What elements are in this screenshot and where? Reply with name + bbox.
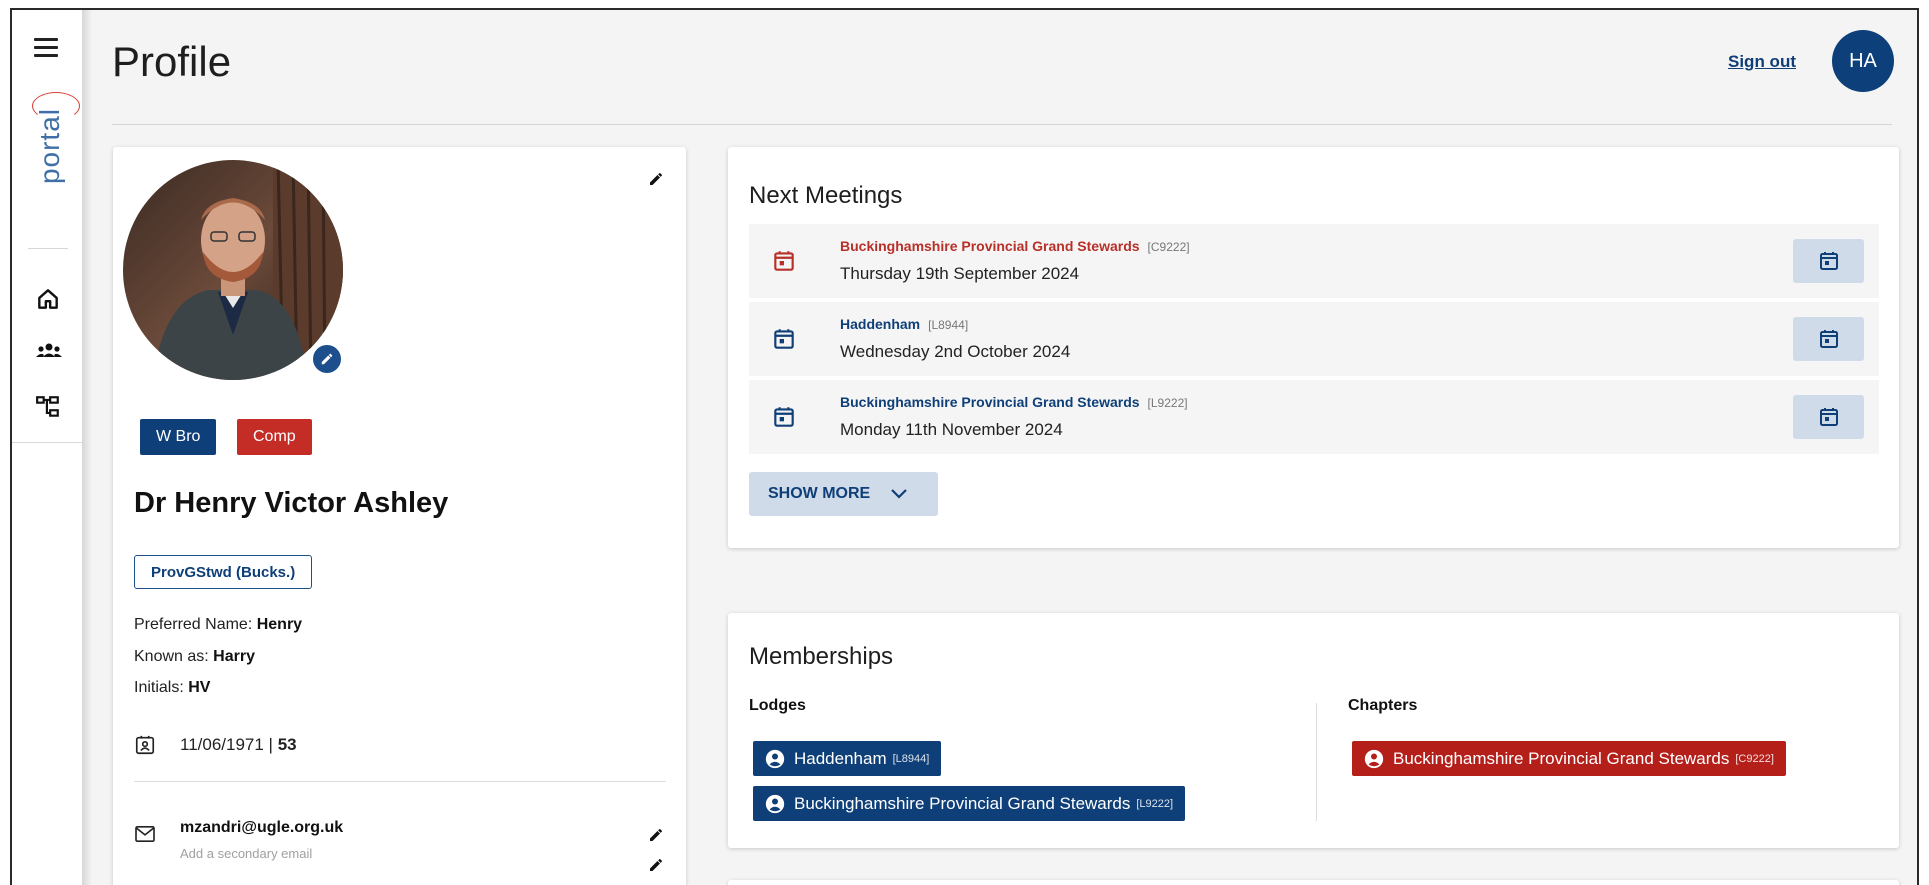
dob-row: 11/06/1971 | 53 — [134, 734, 297, 756]
home-icon[interactable] — [35, 286, 61, 312]
edit-secondary-email-icon[interactable] — [648, 857, 668, 877]
meeting-date: Wednesday 2nd October 2024 — [840, 342, 1071, 361]
add-to-calendar-button[interactable] — [1793, 317, 1864, 361]
account-circle-icon — [765, 794, 785, 813]
org-tree-icon[interactable] — [35, 394, 61, 420]
portal-logo[interactable]: portal — [24, 92, 80, 202]
calendar-event-icon — [771, 404, 797, 430]
next-meetings-title: Next Meetings — [749, 182, 903, 209]
meeting-date: Thursday 19th September 2024 — [840, 264, 1080, 283]
honorific-chip-comp[interactable]: Comp — [237, 419, 312, 455]
lodge-chip[interactable]: Haddenham [L8944] — [753, 741, 942, 776]
mail-icon — [134, 825, 156, 861]
age-value: 53 — [277, 735, 297, 754]
calendar-event-icon — [771, 326, 797, 352]
account-circle-icon — [765, 749, 785, 768]
preferred-name-value: Henry — [256, 616, 303, 633]
meeting-name[interactable]: Haddenham [L8944] — [840, 316, 968, 332]
sidebar: portal — [12, 10, 83, 885]
sign-out-link[interactable]: Sign out — [1728, 52, 1796, 72]
page-title: Profile — [112, 38, 232, 85]
initials-value: HV — [188, 679, 211, 696]
honorific-chip-wbro[interactable]: W Bro — [140, 419, 217, 455]
memberships-title: Memberships — [749, 643, 894, 670]
memberships-card: Memberships Lodges Chapters Haddenham [L8… — [728, 613, 1899, 848]
preferred-name-row: Preferred Name: Henry — [134, 616, 303, 633]
lodge-chip[interactable]: Buckinghamshire Provincial Grand Steward… — [753, 786, 1186, 821]
app-window: portal Profile Sign out HA W Bro Comp Dr… — [10, 8, 1919, 885]
dob-separator: | — [263, 735, 278, 754]
calendar-icon — [1819, 408, 1838, 426]
edit-profile-icon[interactable] — [648, 171, 668, 191]
meeting-row[interactable]: Buckinghamshire Provincial Grand Steward… — [749, 380, 1879, 454]
add-to-calendar-button[interactable] — [1793, 395, 1864, 439]
chapter-chip[interactable]: Buckinghamshire Provincial Grand Steward… — [1352, 741, 1786, 776]
secondary-email-placeholder[interactable]: Add a secondary email — [180, 846, 343, 861]
profile-photo — [123, 160, 343, 380]
pencil-icon — [321, 353, 333, 365]
next-meetings-card: Next Meetings Buckinghamshire Provincial… — [728, 147, 1899, 548]
calendar-icon — [1819, 252, 1838, 270]
profile-card: W Bro Comp Dr Henry Victor Ashley ProvGS… — [113, 147, 686, 885]
dob-value: 11/06/1971 — [180, 735, 264, 754]
email-primary: mzandri@ugle.org.uk — [180, 819, 344, 836]
next-card-partial — [728, 880, 1899, 885]
meeting-date: Monday 11th November 2024 — [840, 420, 1063, 439]
chevron-down-icon — [891, 489, 907, 499]
initials-row: Initials: HV — [134, 679, 211, 696]
meeting-name[interactable]: Buckinghamshire Provincial Grand Steward… — [840, 238, 1190, 254]
brand-label: portal — [34, 107, 65, 185]
known-as-row: Known as: Harry — [134, 648, 255, 665]
account-circle-icon — [1364, 749, 1384, 768]
person-name: Dr Henry Victor Ashley — [134, 487, 449, 519]
user-avatar[interactable]: HA — [1832, 30, 1894, 92]
add-to-calendar-button[interactable] — [1793, 239, 1864, 283]
meeting-row[interactable]: Buckinghamshire Provincial Grand Steward… — [749, 224, 1879, 298]
people-icon[interactable] — [35, 337, 62, 363]
lodges-label: Lodges — [749, 697, 806, 714]
meeting-name[interactable]: Buckinghamshire Provincial Grand Steward… — [840, 394, 1188, 410]
meeting-row[interactable]: Haddenham [L8944] Wednesday 2nd October 2… — [749, 302, 1879, 376]
menu-icon[interactable] — [34, 38, 58, 58]
photo-edit-button[interactable] — [311, 343, 343, 375]
email-row: mzandri@ugle.org.uk Add a secondary emai… — [134, 819, 343, 861]
chapters-label: Chapters — [1348, 697, 1418, 714]
known-as-value: Harry — [213, 648, 255, 665]
contact-card-icon — [134, 734, 156, 756]
edit-email-icon[interactable] — [648, 827, 668, 847]
show-more-button[interactable]: SHOW MORE — [749, 472, 938, 516]
calendar-event-icon — [771, 248, 797, 274]
rank-badge[interactable]: ProvGStwd (Bucks.) — [134, 555, 313, 589]
calendar-icon — [1819, 330, 1838, 348]
